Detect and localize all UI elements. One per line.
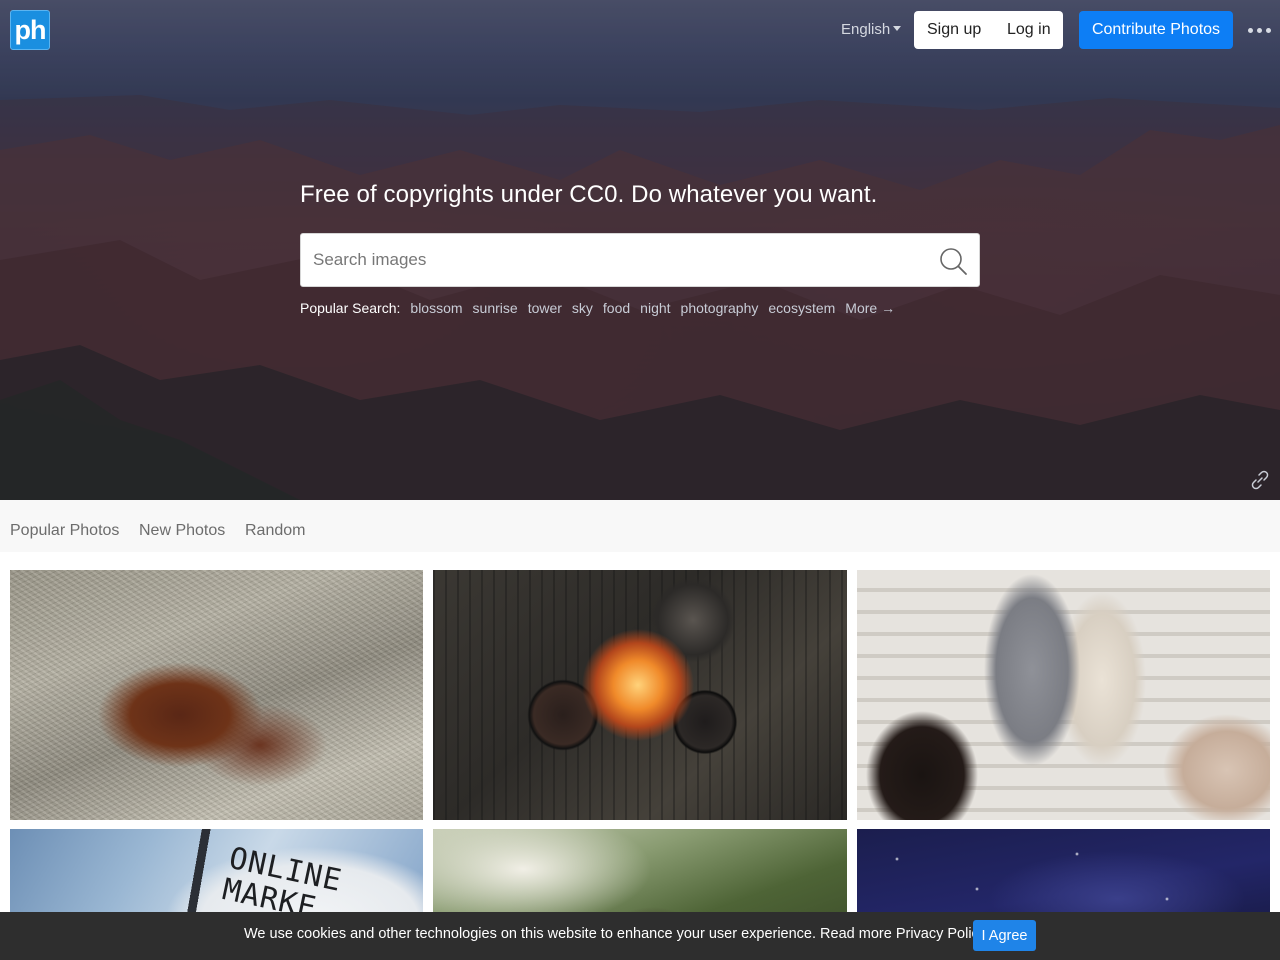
- popular-tag-blossom[interactable]: blossom: [410, 300, 462, 316]
- popular-tag-ecosystem[interactable]: ecosystem: [768, 300, 835, 316]
- tab-random[interactable]: Random: [245, 522, 305, 540]
- language-label: English: [841, 21, 891, 38]
- cookie-agree-button[interactable]: I Agree: [973, 920, 1036, 951]
- search-box: [300, 233, 980, 287]
- popular-search-label: Popular Search:: [300, 300, 401, 316]
- hero-tagline: Free of copyrights under CC0. Do whateve…: [300, 181, 878, 208]
- popular-searches: Popular Search: blossom sunrise tower sk…: [300, 300, 895, 316]
- site-logo[interactable]: ph: [10, 10, 50, 50]
- photo-calf-in-hay[interactable]: [10, 570, 423, 820]
- cookie-banner: We use cookies and other technologies on…: [0, 912, 1280, 960]
- photo-wedding-couple[interactable]: [857, 570, 1270, 820]
- signup-button[interactable]: Sign up: [927, 11, 981, 49]
- popular-tag-sunrise[interactable]: sunrise: [473, 300, 518, 316]
- language-selector[interactable]: English: [841, 21, 902, 38]
- cookie-message: We use cookies and other technologies on…: [244, 926, 990, 942]
- auth-buttons: Sign up Log in: [914, 11, 1063, 49]
- tab-popular-photos[interactable]: Popular Photos: [10, 522, 119, 540]
- photo-campfire-cooking[interactable]: [433, 570, 847, 820]
- more-tags-link[interactable]: More →: [845, 300, 895, 316]
- more-options-icon[interactable]: [1248, 28, 1271, 33]
- popular-tag-tower[interactable]: tower: [528, 300, 562, 316]
- search-icon[interactable]: [938, 246, 968, 276]
- popular-tag-sky[interactable]: sky: [572, 300, 593, 316]
- caret-down-icon: [893, 26, 902, 31]
- link-icon[interactable]: [1248, 468, 1272, 497]
- search-input[interactable]: [313, 234, 923, 286]
- tab-new-photos[interactable]: New Photos: [139, 522, 225, 540]
- popular-tag-night[interactable]: night: [640, 300, 670, 316]
- popular-tag-photography[interactable]: photography: [681, 300, 759, 316]
- popular-tag-food[interactable]: food: [603, 300, 630, 316]
- contribute-photos-button[interactable]: Contribute Photos: [1079, 11, 1233, 49]
- login-button[interactable]: Log in: [1007, 11, 1051, 49]
